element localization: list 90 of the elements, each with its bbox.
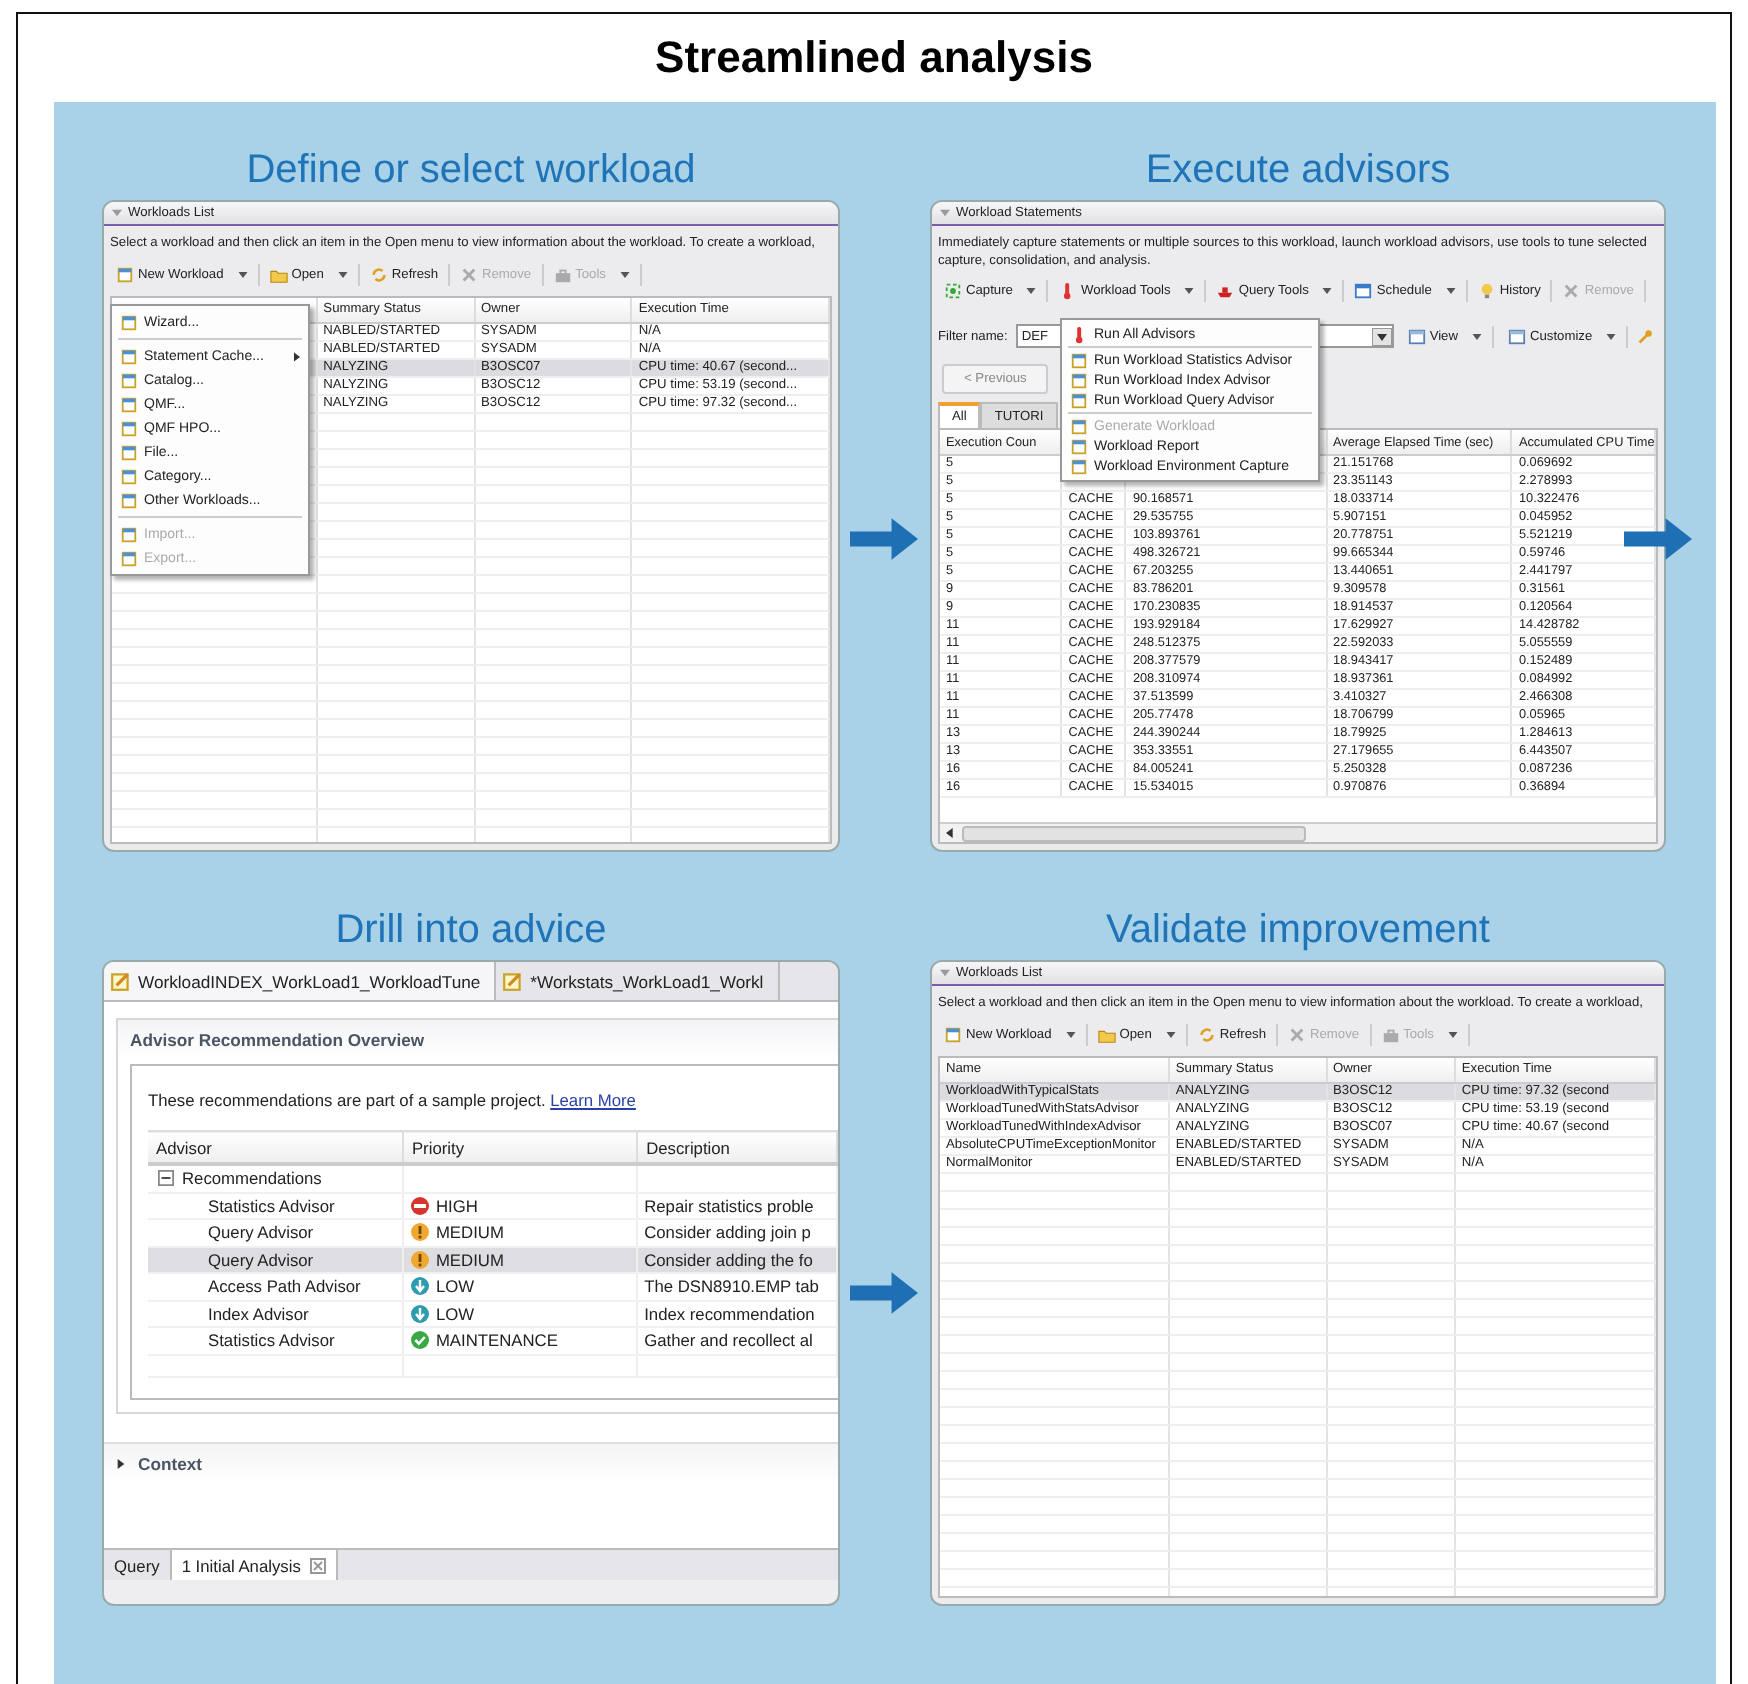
collapse-icon (940, 208, 950, 218)
edit-icon (502, 970, 525, 992)
table-cell: Statistics Advisor (148, 1327, 403, 1354)
ship-icon (1216, 282, 1235, 300)
wrench-icon[interactable] (1636, 327, 1655, 345)
table-cell: Query Advisor (148, 1246, 403, 1273)
document-icon (120, 395, 138, 413)
document-icon (116, 265, 134, 283)
table-cell: MAINTENANCE (435, 1330, 558, 1351)
tree-row[interactable]: Statistics Advisor MAINTENANCE Gather and recollect al (148, 1327, 837, 1354)
collapse-icon (112, 208, 122, 218)
document-icon (1070, 417, 1088, 435)
table-cell: Gather and recollect al (637, 1327, 837, 1354)
document-icon (944, 1025, 962, 1043)
document-icon (1070, 351, 1088, 369)
table-cell: The DSN8910.EMP tab (637, 1273, 837, 1300)
document-icon (120, 467, 138, 485)
tree-toggle-icon[interactable] (158, 1170, 174, 1187)
arrow-icon (850, 518, 918, 560)
section-title: Advisor Recommendation Overview (130, 1030, 427, 1050)
column-header[interactable]: Description (637, 1131, 837, 1164)
x-icon (1288, 1025, 1306, 1043)
refresh-icon (369, 265, 388, 283)
collapse-icon (940, 968, 950, 978)
x-icon (460, 265, 478, 283)
calendar-icon (1354, 282, 1373, 300)
window-icon (1407, 327, 1426, 345)
editor-tab[interactable]: WorkloadINDEX_WorkLoad1_WorkloadTune (104, 962, 497, 1000)
document-icon (120, 313, 138, 331)
document-icon (1070, 457, 1088, 475)
table-cell: Statistics Advisor (148, 1192, 403, 1219)
submenu-arrow-icon (294, 351, 300, 361)
table-cell: Consider adding join p (637, 1219, 837, 1246)
left-arrow-icon[interactable] (946, 828, 956, 838)
tree-group-label[interactable]: Recommendations (182, 1168, 322, 1189)
table-cell: MEDIUM (435, 1249, 504, 1270)
caret-icon (1472, 333, 1482, 339)
step-caption: Drill into advice (333, 906, 609, 954)
edit-icon (110, 970, 132, 992)
document-icon (120, 419, 138, 437)
briefcase-icon (1381, 1025, 1400, 1043)
thermometer-icon (1070, 325, 1088, 343)
tree-row[interactable]: Query Advisor MEDIUM Consider adding join p (148, 1219, 837, 1246)
document-icon (1070, 371, 1088, 389)
document-icon (1070, 391, 1088, 409)
table-cell: LOW (435, 1303, 475, 1324)
tree-row[interactable]: Access Path Advisor LOW The DSN8910.EMP tab (148, 1273, 837, 1300)
step-caption: Define or select workload (244, 146, 698, 194)
document-icon (120, 491, 138, 509)
step-caption: Execute advisors (1143, 146, 1453, 194)
document-icon (1070, 437, 1088, 455)
column-header[interactable]: Priority (402, 1131, 638, 1164)
caret-icon (1606, 333, 1617, 339)
folder-icon (1097, 1025, 1116, 1043)
document-icon (120, 525, 138, 543)
tree-row[interactable]: Statistics Advisor HIGH Repair statistics proble (148, 1192, 837, 1219)
window-icon (1508, 327, 1526, 345)
x-icon (1562, 282, 1581, 300)
table-cell: Repair statistics proble (637, 1192, 837, 1219)
step-caption: Validate improvement (1104, 906, 1492, 954)
tree-row[interactable]: Index Advisor LOW Index recommendation (148, 1300, 837, 1327)
refresh-icon (1197, 1025, 1216, 1043)
table-cell: HIGH (435, 1195, 478, 1216)
document-icon (120, 347, 138, 365)
table-cell: Query Advisor (148, 1219, 403, 1246)
note-text: These recommendations are part of a sample project. (148, 1090, 546, 1110)
horizontal-scrollbar[interactable] (940, 822, 1656, 842)
document-icon (120, 371, 138, 389)
document-icon (120, 549, 138, 567)
table-cell: Index recommendation (637, 1300, 837, 1327)
table-cell: Access Path Advisor (148, 1273, 403, 1300)
folder-icon (269, 265, 288, 283)
column-header[interactable]: Advisor (148, 1131, 403, 1164)
arrow-icon (1624, 518, 1692, 560)
bottom-tab[interactable]: 1 Initial Analysis (171, 1550, 339, 1580)
document-icon (120, 443, 138, 461)
table-cell: Consider adding the fo (637, 1246, 837, 1273)
bulb-icon (1477, 282, 1496, 300)
editor-tab[interactable]: *Workstats_WorkLoad1_Workl (496, 962, 780, 1000)
table-cell: Index Advisor (148, 1300, 403, 1327)
learn-more-link[interactable]: Learn More (550, 1090, 636, 1110)
briefcase-icon (553, 265, 572, 283)
close-icon[interactable] (310, 1557, 327, 1573)
target-icon (944, 282, 962, 300)
table-cell: MEDIUM (435, 1222, 504, 1243)
arrow-icon (850, 1272, 918, 1314)
table-cell: LOW (435, 1276, 475, 1297)
figure-title: Streamlined analysis (653, 30, 1095, 86)
tree-row[interactable]: Query Advisor MEDIUM Consider adding the fo (148, 1246, 837, 1273)
expand-icon (116, 1457, 126, 1469)
